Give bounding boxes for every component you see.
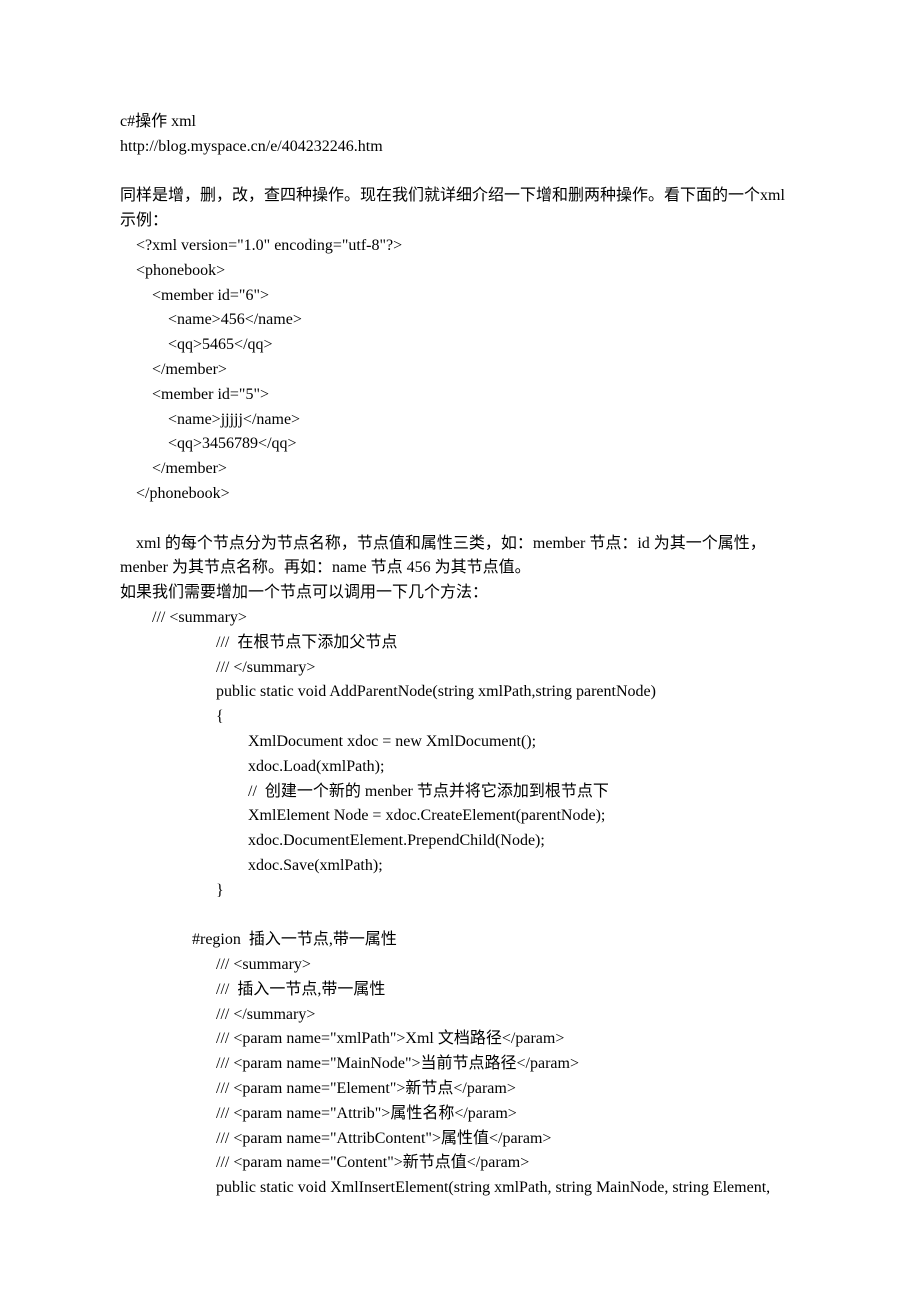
code1-summary-close: /// </summary> [120,656,800,681]
code1-brace-close: } [120,879,800,904]
code2-param-attribcontent: /// <param name="AttribContent">属性值</par… [120,1127,800,1152]
xml-member1-name: <name>456</name> [120,308,800,333]
xml-member2-open: <member id="5"> [120,383,800,408]
xml-member2-name: <name>jjjjj</name> [120,408,800,433]
xml-member2-qq: <qq>3456789</qq> [120,432,800,457]
xml-member1-close: </member> [120,358,800,383]
intro-paragraph: 同样是增，删，改，查四种操作。现在我们就详细介绍一下增和删两种操作。看下面的一个… [120,184,800,234]
code1-new-xmldoc: XmlDocument xdoc = new XmlDocument(); [120,730,800,755]
code1-summary-text: /// 在根节点下添加父节点 [120,631,800,656]
code1-summary-open: /// <summary> [120,606,800,631]
xml-member2-close: </member> [120,457,800,482]
code1-create-element: XmlElement Node = xdoc.CreateElement(par… [120,804,800,829]
title: c#操作 xml [120,110,800,135]
xml-member1-open: <member id="6"> [120,284,800,309]
code1-comment: // 创建一个新的 menber 节点并将它添加到根节点下 [120,780,800,805]
code2-summary-close: /// </summary> [120,1003,800,1028]
xml-declaration: <?xml version="1.0" encoding="utf-8"?> [120,234,800,259]
code1-prepend: xdoc.DocumentElement.PrependChild(Node); [120,829,800,854]
code2-region: #region 插入一节点,带一属性 [120,928,800,953]
xml-root-close: </phonebook> [120,482,800,507]
code1-brace-open: { [120,705,800,730]
code1-load: xdoc.Load(xmlPath); [120,755,800,780]
explanation-2: 如果我们需要增加一个节点可以调用一下几个方法： [120,581,800,606]
code1-signature: public static void AddParentNode(string … [120,680,800,705]
code1-save: xdoc.Save(xmlPath); [120,854,800,879]
document-page: c#操作 xml http://blog.myspace.cn/e/404232… [0,0,920,1261]
code2-param-element: /// <param name="Element">新节点</param> [120,1077,800,1102]
explanation-1: xml 的每个节点分为节点名称，节点值和属性三类，如：member 节点：id … [120,532,800,582]
source-url: http://blog.myspace.cn/e/404232246.htm [120,135,800,160]
code2-param-content: /// <param name="Content">新节点值</param> [120,1151,800,1176]
code2-signature: public static void XmlInsertElement(stri… [120,1176,800,1201]
code2-param-mainnode: /// <param name="MainNode">当前节点路径</param… [120,1052,800,1077]
code2-summary-open: /// <summary> [120,953,800,978]
code2-param-attrib: /// <param name="Attrib">属性名称</param> [120,1102,800,1127]
xml-member1-qq: <qq>5465</qq> [120,333,800,358]
xml-root-open: <phonebook> [120,259,800,284]
code2-param-xmlpath: /// <param name="xmlPath">Xml 文档路径</para… [120,1027,800,1052]
code2-summary-text: /// 插入一节点,带一属性 [120,978,800,1003]
